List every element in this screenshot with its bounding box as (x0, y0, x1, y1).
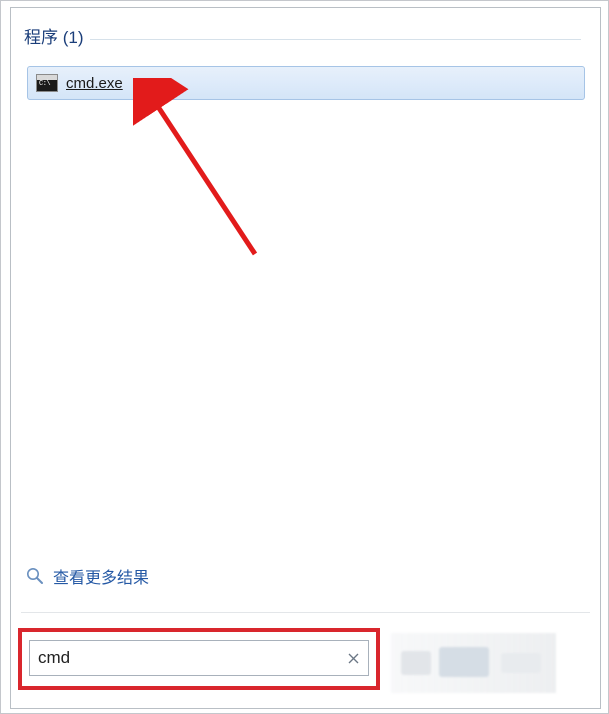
see-more-results-link[interactable]: 查看更多结果 (25, 564, 149, 588)
close-icon (348, 653, 359, 664)
search-result-label: cmd.exe (66, 75, 123, 92)
search-input[interactable] (29, 640, 369, 676)
search-result-cmd[interactable]: C:\ cmd.exe (27, 66, 585, 100)
search-icon (25, 566, 45, 586)
section-divider-line (24, 39, 581, 40)
see-more-results-label: 查看更多结果 (53, 564, 149, 588)
start-menu-search-panel: 程序 (1) C:\ cmd.exe 查看更多结果 (10, 7, 601, 709)
search-box-wrapper (29, 640, 369, 676)
programs-section-label: 程序 (1) (24, 28, 90, 48)
taskbar-blur-region (391, 633, 556, 693)
footer-divider (21, 612, 590, 613)
programs-section-header: 程序 (1) (24, 28, 587, 54)
cmd-exe-icon: C:\ (36, 74, 58, 92)
clear-search-button[interactable] (345, 650, 361, 666)
annotation-arrow-icon (133, 78, 273, 268)
